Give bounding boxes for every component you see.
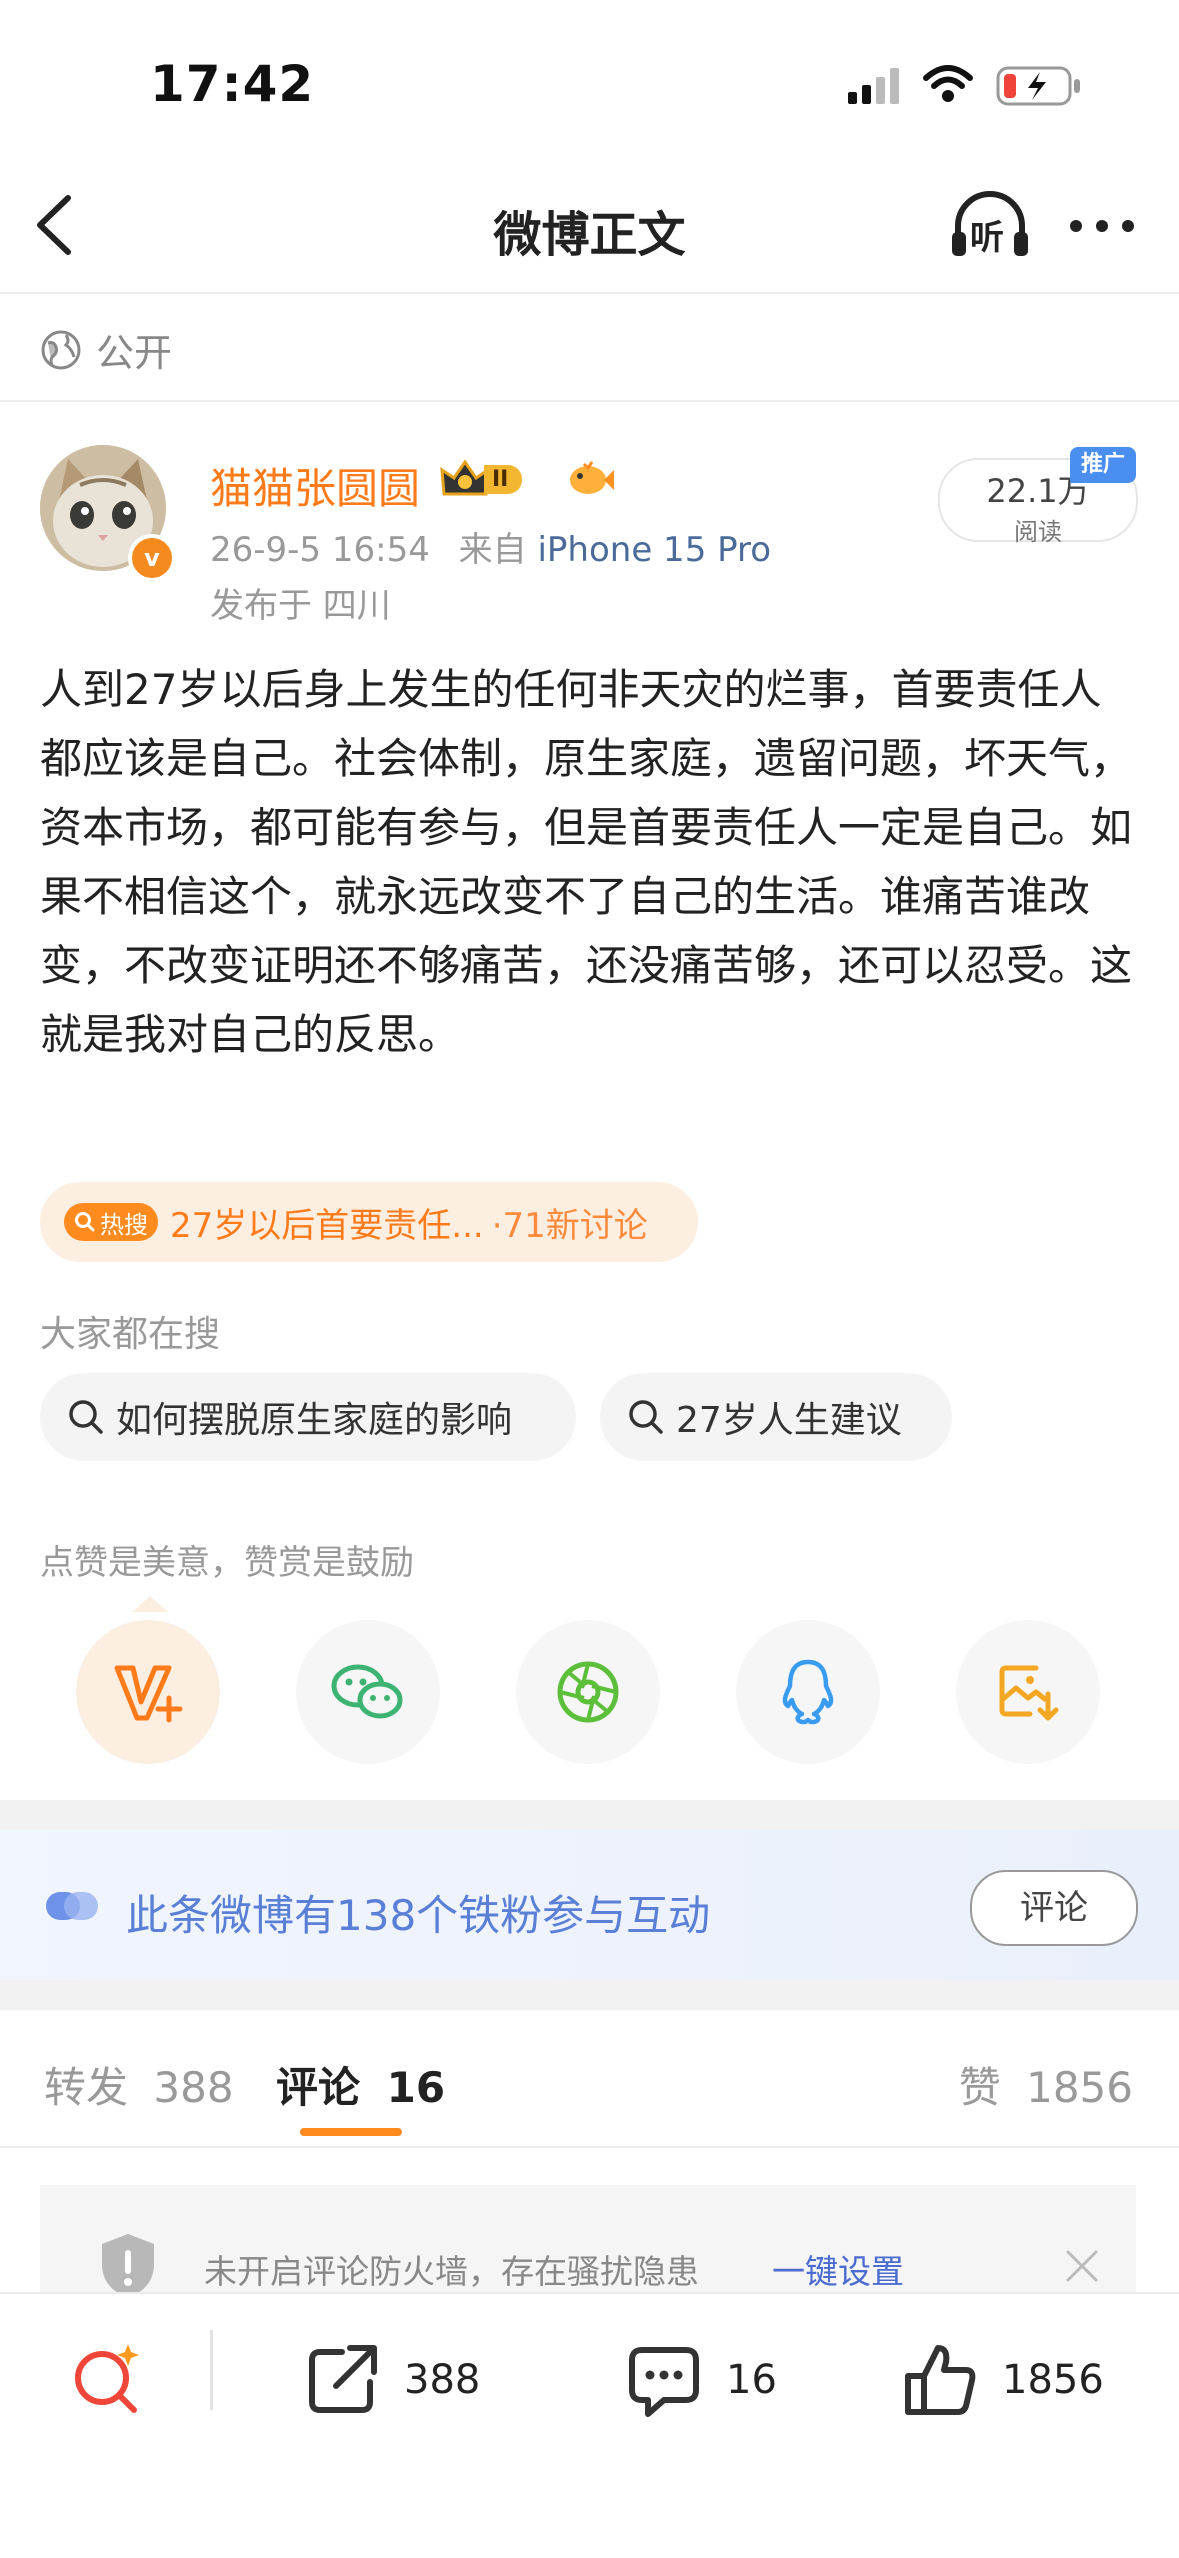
globe-icon	[41, 330, 81, 369]
tab-like[interactable]: 赞 1856	[959, 2054, 1133, 2115]
tab-comment-count: 16	[386, 2063, 446, 2112]
searches-title: 大家都在搜	[40, 1314, 221, 1355]
post-meta: 26-9-5 16:54 来自 iPhone 15 Pro	[210, 522, 771, 571]
post-text: 人到27岁以后身上发生的任何非天灾的烂事，首要责任人都应该是自己。社会体制，原生…	[40, 665, 1133, 1059]
ai-search-icon	[75, 2344, 139, 2413]
hot-search-label: 热搜	[100, 1210, 148, 1239]
level-badge-text: II	[484, 464, 523, 494]
fans-icon	[46, 1888, 100, 1928]
tabs-divider	[0, 2146, 1179, 2148]
fans-comment-button[interactable]: 评论	[970, 1870, 1138, 1946]
share-moments-button[interactable]	[516, 1620, 660, 1764]
nav-divider	[0, 292, 1179, 294]
author-name-text: 猫猫张圆圆	[210, 464, 421, 513]
tab-repost[interactable]: 转发 388	[44, 2054, 234, 2115]
v-plus-icon	[114, 1665, 183, 1723]
repost-button[interactable]: 388	[302, 2340, 480, 2420]
fish-icon	[566, 458, 614, 504]
search-chip[interactable]: 27岁人生建议	[600, 1373, 952, 1461]
search-icon	[629, 1400, 663, 1434]
post-time: 26-9-5 16:54	[210, 530, 430, 570]
save-image-button[interactable]	[956, 1620, 1100, 1764]
search-chip-label: 如何摆脱原生家庭的影响	[116, 1400, 513, 1441]
wifi-icon	[922, 64, 974, 108]
wechat-icon	[331, 1664, 403, 1719]
thumbs-up-icon	[905, 2345, 976, 2415]
level-badge: II	[440, 458, 558, 500]
tab-like-count: 1856	[1026, 2063, 1133, 2112]
verified-badge: v	[128, 534, 176, 582]
search-chip[interactable]: 如何摆脱原生家庭的影响	[40, 1373, 576, 1461]
repost-count: 388	[404, 2357, 481, 2403]
search-chip-label: 27岁人生建议	[676, 1400, 902, 1441]
qq-icon	[782, 1659, 834, 1725]
share-qq-button[interactable]	[736, 1620, 880, 1764]
trend-count: ·71新讨论	[491, 1205, 648, 1246]
v-plus-button[interactable]	[76, 1620, 220, 1764]
status-time: 17:42	[150, 55, 315, 113]
section-gap	[0, 1800, 1179, 1830]
section-gap	[0, 1980, 1179, 2010]
trend-topic[interactable]: 热搜 27岁以后首要责任... ·71新讨论	[40, 1182, 698, 1262]
comment-icon	[629, 2347, 699, 2417]
tab-repost-count: 388	[153, 2063, 234, 2112]
listen-label: 听	[970, 218, 1004, 258]
visibility-row: 公开	[40, 322, 172, 377]
post-device[interactable]: iPhone 15 Pro	[537, 530, 771, 570]
like-count: 1856	[1002, 2357, 1104, 2403]
visibility-label: 公开	[96, 331, 173, 375]
trend-topic-text: 27岁以后首要责任...	[170, 1205, 484, 1246]
share-wechat-button[interactable]	[296, 1620, 440, 1764]
more-options-button[interactable]	[1068, 214, 1136, 242]
signal-icon	[848, 68, 904, 108]
search-icon	[69, 1400, 103, 1434]
tab-comment[interactable]: 评论 16	[276, 2054, 445, 2115]
bottom-toolbar	[0, 2292, 1179, 2558]
firewall-setup-link[interactable]: 一键设置	[772, 2245, 904, 2293]
post-location: 发布于 四川	[210, 586, 391, 626]
reads-label: 阅读	[1014, 518, 1062, 546]
battery-icon	[996, 66, 1082, 110]
visibility-divider	[0, 400, 1179, 402]
author-name[interactable]: 猫猫张圆圆	[210, 455, 420, 516]
from-prefix: 来自	[458, 530, 527, 570]
comment-button[interactable]: 16	[624, 2340, 777, 2420]
fans-banner-text: 此条微博有138个铁粉参与互动	[126, 1891, 711, 1940]
toolbar-separator	[210, 2330, 213, 2410]
promo-badge: 推广	[1070, 447, 1136, 483]
comment-count: 16	[726, 2357, 777, 2403]
praise-title: 点赞是美意，赞赏是鼓励	[40, 1543, 414, 1583]
firewall-text: 未开启评论防火墙，存在骚扰隐患	[204, 2252, 699, 2291]
tab-comment-label: 评论	[276, 2063, 361, 2112]
hot-search-tag: 热搜	[64, 1203, 158, 1241]
moments-icon	[557, 1661, 619, 1723]
tab-like-label: 赞	[958, 2063, 1001, 2112]
active-tab-indicator	[300, 2128, 402, 2136]
save-image-icon	[999, 1665, 1059, 1721]
tab-repost-label: 转发	[44, 2063, 129, 2112]
repost-icon	[309, 2345, 377, 2413]
ai-search-button[interactable]	[68, 2338, 148, 2422]
listen-button[interactable]: 听	[948, 190, 1032, 260]
close-icon[interactable]	[1064, 2248, 1100, 2288]
search-icon	[75, 1212, 95, 1232]
like-button[interactable]: 1856	[900, 2340, 1104, 2420]
active-share-caret	[132, 1596, 168, 1612]
